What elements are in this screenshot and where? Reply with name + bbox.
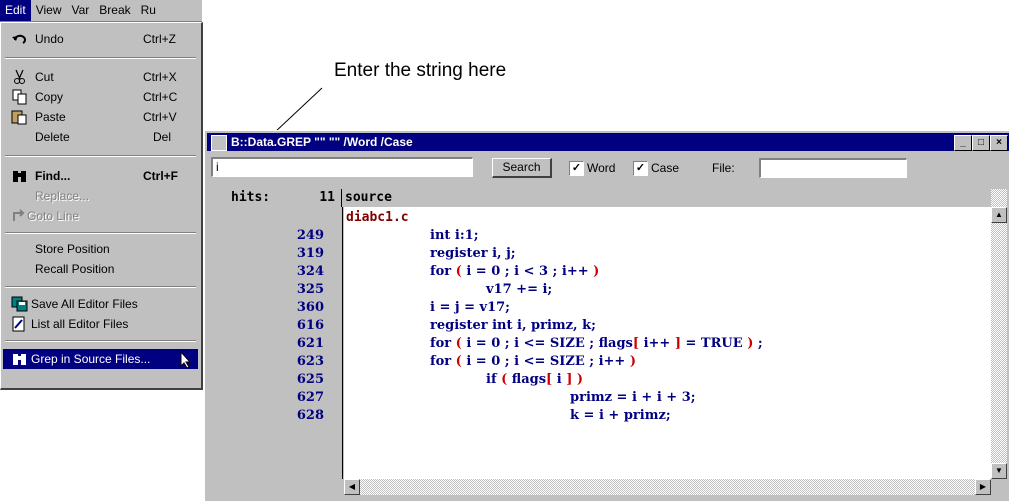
code-line[interactable]: register i, j; bbox=[430, 246, 516, 261]
line-number[interactable]: 628 bbox=[297, 408, 324, 423]
mouse-pointer-icon bbox=[180, 350, 192, 372]
scissors-icon bbox=[11, 69, 29, 85]
hits-count: 11 bbox=[319, 190, 335, 205]
menu-item-save-all[interactable]: Save All Editor Files bbox=[3, 294, 198, 314]
menu-var[interactable]: Var bbox=[66, 0, 94, 21]
file-input[interactable] bbox=[759, 158, 907, 178]
window-title: B::Data.GREP "" "" /Word /Case bbox=[231, 135, 413, 149]
menu-item-find[interactable]: Find... Ctrl+F bbox=[3, 166, 198, 186]
menu-item-paste[interactable]: Paste Ctrl+V bbox=[3, 107, 198, 127]
code-line[interactable]: i = j = v17; bbox=[430, 300, 510, 315]
menu-view[interactable]: View bbox=[31, 0, 67, 21]
binoculars-icon bbox=[11, 168, 29, 184]
list-files-icon bbox=[11, 316, 29, 332]
menu-item-grep-in-source-files[interactable]: Grep in Source Files... bbox=[3, 349, 198, 369]
menu-edit[interactable]: Edit bbox=[0, 0, 31, 21]
line-number[interactable]: 249 bbox=[297, 228, 324, 243]
menu-item-list-files[interactable]: List all Editor Files bbox=[3, 314, 198, 334]
code-line[interactable]: primz = i + i + 3; bbox=[570, 390, 696, 405]
case-label: Case bbox=[651, 161, 680, 175]
annotation-text: Enter the string here bbox=[334, 60, 507, 81]
line-number[interactable]: 360 bbox=[297, 300, 324, 315]
scroll-right-arrow-icon[interactable]: ▶ bbox=[975, 479, 991, 495]
menu-item-copy[interactable]: Copy Ctrl+C bbox=[3, 87, 198, 107]
close-button[interactable]: × bbox=[990, 135, 1008, 151]
window-icon bbox=[211, 135, 227, 151]
menu-item-recall-position[interactable]: Recall Position bbox=[3, 259, 198, 279]
source-label: source bbox=[345, 190, 392, 205]
code-line[interactable]: for ( i = 0 ; i <= SIZE ; i++ ) bbox=[430, 354, 636, 369]
source-pane: diabc1.c int i:1; register i, j; for ( i… bbox=[344, 207, 991, 479]
menu-separator bbox=[5, 155, 196, 157]
copy-icon bbox=[11, 89, 29, 105]
minimize-button[interactable]: _ bbox=[954, 135, 972, 151]
case-checkbox[interactable]: ✓ bbox=[633, 161, 648, 176]
file-label: File: bbox=[712, 161, 735, 175]
file-name[interactable]: diabc1.c bbox=[346, 210, 409, 225]
line-number[interactable]: 325 bbox=[297, 282, 324, 297]
search-button[interactable]: Search bbox=[492, 158, 552, 178]
scroll-up-arrow-icon[interactable]: ▲ bbox=[991, 207, 1007, 223]
horizontal-scrollbar[interactable]: ◀ ▶ bbox=[344, 479, 991, 495]
edit-menu: Undo Ctrl+Z Cut Ctrl+X Copy Ctrl+C Paste… bbox=[0, 22, 203, 390]
paste-icon bbox=[11, 109, 29, 125]
menu-separator bbox=[5, 232, 196, 234]
menu-item-store-position[interactable]: Store Position bbox=[3, 239, 198, 259]
undo-icon bbox=[11, 31, 29, 47]
code-line[interactable]: register int i, primz, k; bbox=[430, 318, 596, 333]
menu-separator bbox=[5, 340, 196, 342]
menu-item-replace[interactable]: Replace... bbox=[3, 186, 198, 206]
line-number[interactable]: 616 bbox=[297, 318, 324, 333]
maximize-button[interactable]: □ bbox=[972, 135, 990, 151]
menu-item-undo[interactable]: Undo Ctrl+Z bbox=[3, 29, 198, 49]
menu-run[interactable]: Ru bbox=[136, 0, 161, 21]
menu-item-cut[interactable]: Cut Ctrl+X bbox=[3, 67, 198, 87]
line-number[interactable]: 625 bbox=[297, 372, 324, 387]
code-line[interactable]: for ( i = 0 ; i < 3 ; i++ ) bbox=[430, 264, 599, 279]
title-bar[interactable]: B::Data.GREP "" "" /Word /Case _ □ × bbox=[207, 133, 1009, 151]
scroll-down-arrow-icon[interactable]: ▼ bbox=[991, 463, 1007, 479]
binoculars-icon bbox=[11, 351, 29, 367]
menu-break[interactable]: Break bbox=[94, 0, 135, 21]
menu-separator bbox=[5, 286, 196, 288]
menu-separator bbox=[5, 57, 196, 59]
code-line[interactable]: int i:1; bbox=[430, 228, 479, 243]
grep-window: B::Data.GREP "" "" /Word /Case _ □ × i S… bbox=[204, 130, 1009, 501]
results-header: hits: 11 source bbox=[207, 189, 1003, 207]
menu-bar: Edit View Var Break Ru bbox=[0, 0, 202, 22]
menu-item-delete[interactable]: Delete Del bbox=[3, 127, 198, 147]
code-line[interactable]: for ( i = 0 ; i <= SIZE ; flags[ i++ ] =… bbox=[430, 336, 763, 351]
hits-column-header[interactable]: hits: 11 bbox=[207, 189, 342, 207]
menu-item-goto-line[interactable]: Goto Line bbox=[3, 206, 198, 226]
source-column-header[interactable]: source bbox=[343, 189, 1003, 207]
hits-label: hits: bbox=[231, 190, 271, 205]
line-number[interactable]: 324 bbox=[297, 264, 324, 279]
search-input[interactable]: i bbox=[211, 157, 473, 177]
code-line[interactable]: if ( flags[ i ] ) bbox=[486, 372, 583, 387]
word-checkbox[interactable]: ✓ bbox=[569, 161, 584, 176]
line-number[interactable]: 319 bbox=[297, 246, 324, 261]
save-all-icon bbox=[11, 296, 29, 312]
code-line[interactable]: k = i + primz; bbox=[570, 408, 671, 423]
grep-toolbar: i Search ✓ Word ✓ Case File: bbox=[207, 153, 1009, 185]
code-line[interactable]: v17 += i; bbox=[486, 282, 552, 297]
word-label: Word bbox=[587, 161, 616, 175]
line-number[interactable]: 627 bbox=[297, 390, 324, 405]
line-number-pane: 249 319 324 325 360 616 621 623 625 627 … bbox=[207, 207, 343, 479]
line-number[interactable]: 621 bbox=[297, 336, 324, 351]
vertical-scrollbar[interactable]: ▲ ▼ bbox=[991, 189, 1007, 479]
line-number[interactable]: 623 bbox=[297, 354, 324, 369]
scroll-left-arrow-icon[interactable]: ◀ bbox=[344, 479, 360, 495]
